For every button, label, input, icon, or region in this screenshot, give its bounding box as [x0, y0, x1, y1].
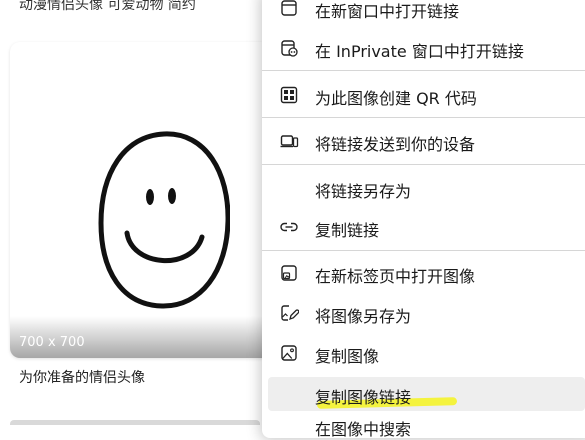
context-menu: 在新窗口中打开链接 在 InPrivate 窗口中打开链接 为此图像创建 QR … [262, 0, 585, 438]
menu-item-partially-visible[interactable]: 在图像中搜索 [315, 416, 411, 440]
menu-item-copy-link[interactable]: 复制链接 [268, 210, 585, 244]
menu-item-label: 在 InPrivate 窗口中打开链接 [315, 42, 524, 61]
menu-separator [262, 70, 585, 71]
menu-item-save-image-as[interactable]: 将图像另存为 [268, 296, 585, 330]
menu-item-open-image-new-tab[interactable]: 在新标签页中打开图像 [268, 256, 585, 290]
save-image-icon [279, 303, 299, 323]
menu-item-create-qr-code[interactable]: 为此图像创建 QR 代码 [268, 78, 585, 112]
menu-separator [262, 164, 585, 165]
new-window-icon [279, 0, 299, 18]
menu-item-save-link-as[interactable]: 将链接另存为 [268, 171, 585, 205]
qr-code-icon [279, 85, 299, 105]
menu-item-label: 将链接发送到你的设备 [315, 135, 476, 154]
menu-item-send-link-to-devices[interactable]: 将链接发送到你的设备 [268, 124, 585, 158]
menu-item-copy-image[interactable]: 复制图像 [268, 336, 585, 370]
menu-item-label: 将图像另存为 [315, 307, 412, 326]
send-to-devices-icon [279, 131, 299, 151]
smiley-face-image [98, 131, 230, 309]
menu-item-label: 将链接另存为 [315, 182, 412, 201]
menu-item-label: 复制图像链接 [315, 388, 412, 407]
menu-separator [262, 250, 585, 251]
menu-item-label: 在新窗口中打开链接 [315, 2, 460, 21]
menu-item-open-link-inprivate[interactable]: 在 InPrivate 窗口中打开链接 [268, 31, 585, 65]
next-result-card[interactable] [10, 420, 260, 425]
inprivate-window-icon [279, 38, 299, 58]
image-dimensions-label: 700 x 700 [19, 335, 85, 350]
menu-item-label: 在新标签页中打开图像 [315, 267, 476, 286]
menu-item-copy-image-link[interactable]: 复制图像链接 [268, 377, 585, 411]
image-caption[interactable]: 为你准备的情侣头像 [19, 367, 145, 387]
menu-item-open-link-new-window[interactable]: 在新窗口中打开链接 [268, 0, 585, 25]
menu-separator [262, 117, 585, 118]
menu-item-label: 为此图像创建 QR 代码 [315, 89, 477, 108]
menu-item-label: 复制图像 [315, 347, 380, 366]
link-icon [279, 217, 299, 237]
open-image-new-tab-icon [279, 263, 299, 283]
result-title-text[interactable]: 动漫情侣头像 可爱动物 简约 [19, 0, 196, 14]
image-icon [279, 343, 299, 363]
menu-item-label: 复制链接 [315, 221, 380, 240]
